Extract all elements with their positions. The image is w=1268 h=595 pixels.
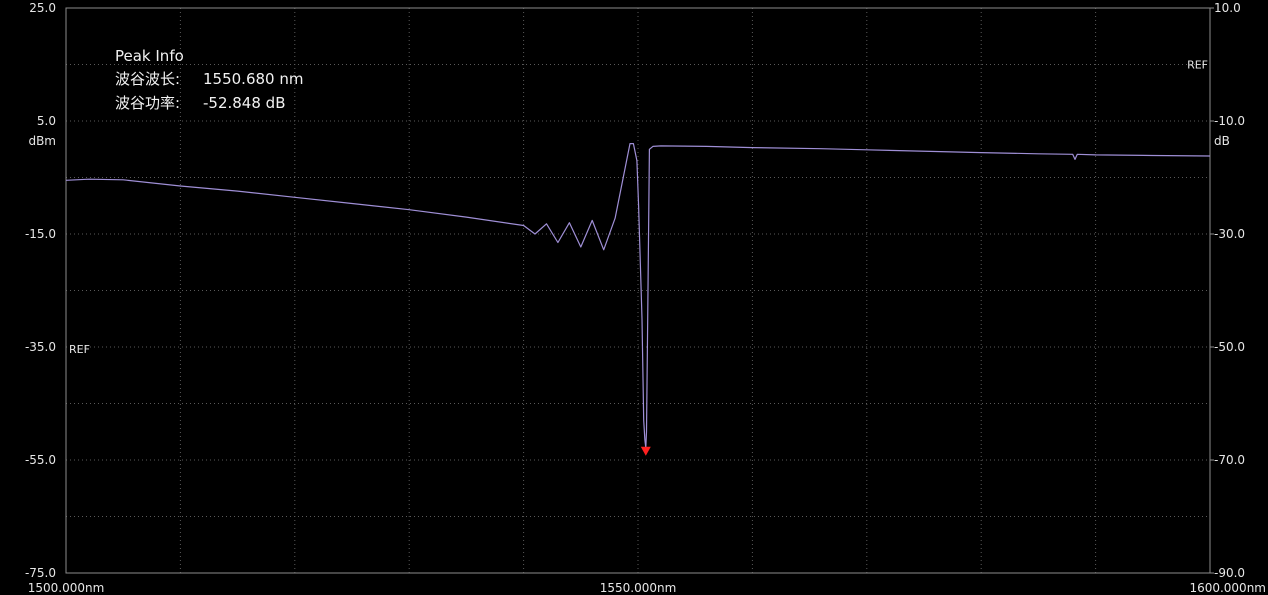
valley-power-label: 波谷功率:	[115, 94, 180, 112]
right-tick-label: -10.0	[1214, 114, 1245, 128]
peak-info-title: Peak Info	[115, 47, 184, 65]
right-ref-label: REF	[1187, 59, 1208, 72]
right-tick-label: -90.0	[1214, 566, 1245, 580]
chart-background	[0, 0, 1268, 595]
right-tick-label: -50.0	[1214, 340, 1245, 354]
valley-wavelength-label: 波谷波长:	[115, 70, 180, 88]
x-tick-label: 1550.000nm	[600, 581, 677, 595]
left-tick-label: 5.0	[37, 114, 56, 128]
left-tick-label: -15.0	[25, 227, 56, 241]
right-tick-label: 10.0	[1214, 1, 1241, 15]
x-tick-label: 1500.000nm	[28, 581, 105, 595]
left-tick-label: 25.0	[29, 1, 56, 15]
left-tick-label: -55.0	[25, 453, 56, 467]
left-ref-label: REF	[69, 343, 90, 356]
right-tick-label: -70.0	[1214, 453, 1245, 467]
valley-power-value: -52.848 dB	[203, 94, 285, 112]
left-tick-label: -35.0	[25, 340, 56, 354]
left-tick-label: -75.0	[25, 566, 56, 580]
left-axis-unit: dBm	[28, 134, 56, 148]
spectrum-chart: 25.0 5.0 -15.0 -35.0 -55.0 -75.0 10.0 -10.0 -30…	[0, 0, 1268, 595]
valley-wavelength-value: 1550.680 nm	[203, 70, 303, 88]
right-axis-unit: dB	[1214, 134, 1230, 148]
right-tick-label: -30.0	[1214, 227, 1245, 241]
x-tick-label: 1600.000nm	[1189, 581, 1266, 595]
